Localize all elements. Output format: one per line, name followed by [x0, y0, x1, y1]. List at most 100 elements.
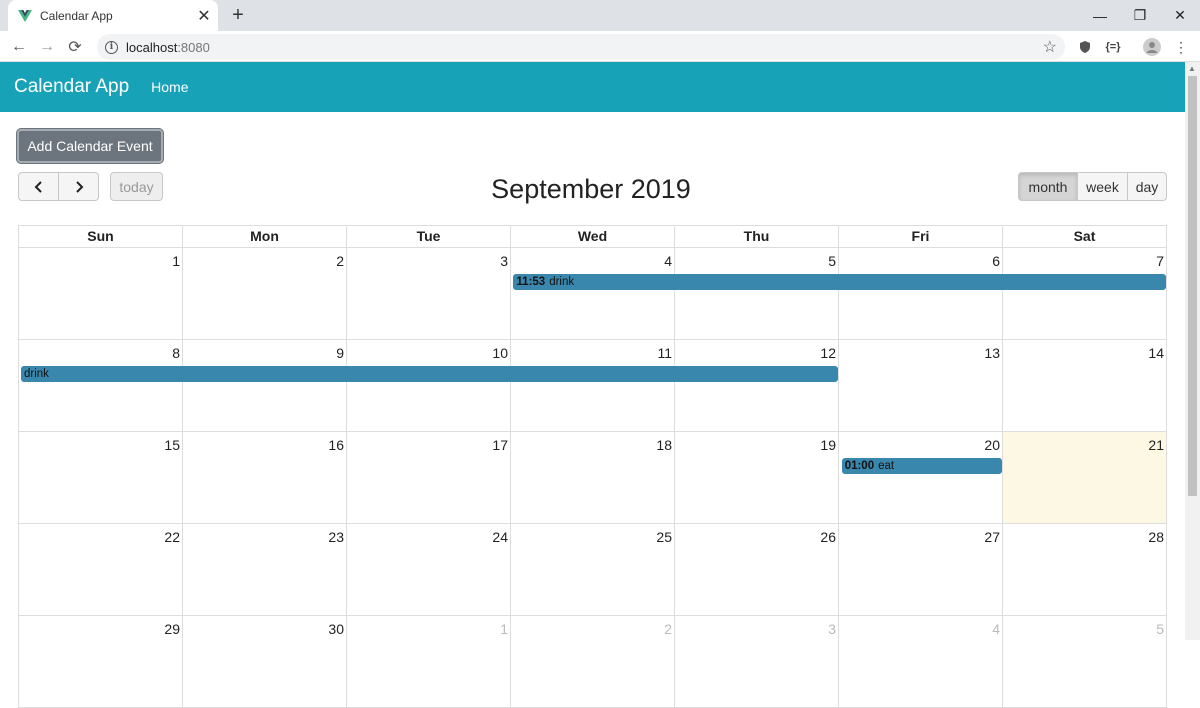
day-number[interactable]: 1 [500, 621, 508, 637]
day-number[interactable]: 3 [500, 253, 508, 269]
day-number[interactable]: 7 [1156, 253, 1164, 269]
day-cell[interactable]: 7 [1003, 248, 1167, 340]
day-number[interactable]: 20 [984, 437, 1000, 453]
day-number[interactable]: 14 [1148, 345, 1164, 361]
day-cell[interactable]: 3 [675, 616, 839, 708]
view-week-button[interactable]: week [1077, 172, 1128, 201]
day-number[interactable]: 4 [992, 621, 1000, 637]
day-number[interactable]: 1 [172, 253, 180, 269]
day-cell[interactable]: 26 [675, 524, 839, 616]
prev-month-button[interactable] [18, 172, 59, 201]
day-cell[interactable]: 15 [19, 432, 183, 524]
day-cell[interactable]: 17 [347, 432, 511, 524]
day-cell[interactable]: 10 [347, 340, 511, 432]
day-cell[interactable]: 20 [839, 432, 1003, 524]
day-cell[interactable]: 2 [511, 616, 675, 708]
day-number[interactable]: 24 [492, 529, 508, 545]
day-cell[interactable]: 6 [839, 248, 1003, 340]
browser-tab[interactable]: Calendar App ✕ [8, 0, 218, 31]
day-cell[interactable]: 3 [347, 248, 511, 340]
new-tab-button[interactable]: + [226, 3, 250, 27]
day-number[interactable]: 10 [492, 345, 508, 361]
day-number[interactable]: 15 [164, 437, 180, 453]
day-number[interactable]: 9 [336, 345, 344, 361]
day-cell[interactable]: 2 [183, 248, 347, 340]
page-scrollbar[interactable]: ▲ [1185, 62, 1200, 640]
day-number[interactable]: 18 [656, 437, 672, 453]
calendar-event[interactable]: 11:53 drink [513, 274, 1166, 290]
day-number[interactable]: 8 [172, 345, 180, 361]
forward-arrow-icon[interactable]: → [34, 34, 60, 60]
day-cell[interactable]: 9 [183, 340, 347, 432]
scroll-up-icon[interactable]: ▲ [1188, 64, 1196, 73]
day-number[interactable]: 5 [1156, 621, 1164, 637]
back-arrow-icon[interactable]: ← [6, 34, 32, 60]
view-month-button[interactable]: month [1018, 172, 1078, 201]
menu-kebab-icon[interactable]: ⋮ [1168, 34, 1194, 60]
day-cell[interactable]: 5 [1003, 616, 1167, 708]
navbar-brand[interactable]: Calendar App [14, 76, 129, 98]
view-day-button[interactable]: day [1127, 172, 1167, 201]
bookmark-star-icon[interactable]: ☆ [1043, 37, 1057, 57]
day-number[interactable]: 3 [828, 621, 836, 637]
day-number[interactable]: 17 [492, 437, 508, 453]
day-number[interactable]: 21 [1148, 437, 1164, 453]
day-cell[interactable]: 25 [511, 524, 675, 616]
day-number[interactable]: 2 [336, 253, 344, 269]
day-cell[interactable]: 8 [19, 340, 183, 432]
day-cell[interactable]: 29 [19, 616, 183, 708]
day-number[interactable]: 23 [328, 529, 344, 545]
day-cell[interactable]: 22 [19, 524, 183, 616]
day-number[interactable]: 13 [984, 345, 1000, 361]
nav-home-link[interactable]: Home [151, 79, 188, 95]
profile-avatar-icon[interactable] [1139, 34, 1165, 60]
day-cell[interactable]: 28 [1003, 524, 1167, 616]
vue-logo-icon [18, 9, 32, 22]
day-number[interactable]: 29 [164, 621, 180, 637]
day-cell[interactable]: 14 [1003, 340, 1167, 432]
day-cell[interactable]: 5 [675, 248, 839, 340]
day-number[interactable]: 12 [820, 345, 836, 361]
day-cell[interactable]: 4 [839, 616, 1003, 708]
reload-icon[interactable]: ⟳ [62, 34, 88, 60]
day-cell[interactable]: 1 [19, 248, 183, 340]
day-number[interactable]: 28 [1148, 529, 1164, 545]
day-number[interactable]: 6 [992, 253, 1000, 269]
day-number[interactable]: 4 [664, 253, 672, 269]
day-number[interactable]: 30 [328, 621, 344, 637]
shield-extension-icon[interactable] [1072, 34, 1098, 60]
day-cell[interactable]: 24 [347, 524, 511, 616]
day-cell[interactable]: 19 [675, 432, 839, 524]
next-month-button[interactable] [58, 172, 99, 201]
day-cell[interactable]: 12 [675, 340, 839, 432]
site-info-icon[interactable]: i [105, 40, 118, 54]
day-cell[interactable]: 18 [511, 432, 675, 524]
close-window-icon[interactable]: ✕ [1157, 0, 1200, 31]
json-extension-icon[interactable]: {=} [1100, 34, 1126, 60]
day-number[interactable]: 25 [656, 529, 672, 545]
day-cell[interactable]: 1 [347, 616, 511, 708]
day-number[interactable]: 22 [164, 529, 180, 545]
day-number[interactable]: 26 [820, 529, 836, 545]
scrollbar-thumb[interactable] [1188, 76, 1197, 496]
day-number[interactable]: 5 [828, 253, 836, 269]
day-cell[interactable]: 23 [183, 524, 347, 616]
calendar-event[interactable]: drink [21, 366, 838, 382]
day-cell[interactable]: 30 [183, 616, 347, 708]
day-cell[interactable]: 16 [183, 432, 347, 524]
day-cell[interactable]: 27 [839, 524, 1003, 616]
calendar-event[interactable]: 01:00 eat [841, 458, 1002, 474]
day-number[interactable]: 11 [657, 345, 672, 361]
day-number[interactable]: 19 [820, 437, 836, 453]
tab-close-icon[interactable]: ✕ [190, 6, 218, 26]
day-number[interactable]: 27 [984, 529, 1000, 545]
day-cell[interactable]: 21 [1003, 432, 1167, 524]
day-number[interactable]: 2 [664, 621, 672, 637]
day-cell[interactable]: 11 [511, 340, 675, 432]
day-cell[interactable]: 13 [839, 340, 1003, 432]
today-button[interactable]: today [110, 172, 163, 201]
address-bar[interactable]: i localhost:8080 ☆ [97, 34, 1065, 60]
add-calendar-event-button[interactable]: Add Calendar Event [17, 129, 163, 163]
day-cell[interactable]: 4 [511, 248, 675, 340]
day-number[interactable]: 16 [328, 437, 344, 453]
